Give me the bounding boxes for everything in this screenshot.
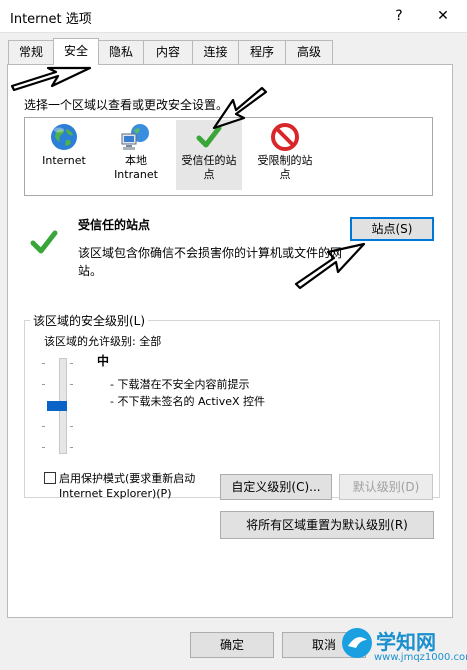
annotation-arrows <box>10 66 366 290</box>
arrow-to-sites-button <box>294 242 366 290</box>
watermark-brand: 学知网 <box>376 630 436 654</box>
arrow-to-trusted-zone <box>212 86 268 130</box>
watermark-url: www.jmqz1000.com <box>374 652 467 663</box>
tab-security[interactable]: 安全 <box>53 38 99 65</box>
watermark-logo-icon <box>342 628 372 658</box>
arrow-to-security-tab <box>10 66 92 92</box>
